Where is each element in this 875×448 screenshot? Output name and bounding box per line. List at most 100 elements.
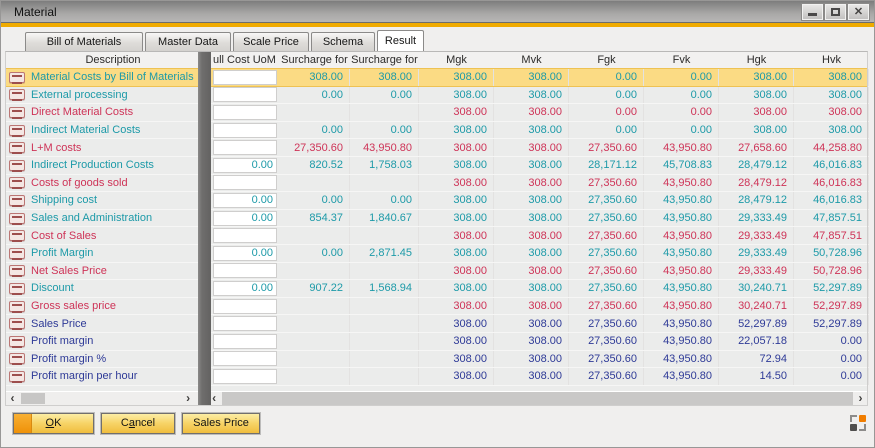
uom-input[interactable] [213,263,277,278]
uom-input[interactable] [213,175,277,190]
table-row[interactable]: Sales Price308.00308.0027,350.6043,950.8… [6,315,867,333]
table-row[interactable]: Shipping cost0.000.000.00308.00308.0027,… [6,192,867,210]
tab-result[interactable]: Result [377,30,424,51]
tab-bill-of-materials[interactable]: Bill of Materials [25,32,143,51]
sales-price-button[interactable]: Sales Price [182,413,260,434]
link-arrow-icon[interactable] [9,177,25,188]
cell-full-cost-uom[interactable] [211,298,279,315]
pane-splitter[interactable] [198,52,211,405]
cell-full-cost-uom[interactable] [211,122,279,139]
cell-full-cost-uom[interactable] [211,315,279,332]
link-arrow-icon[interactable] [9,353,25,364]
uom-input[interactable] [213,334,277,349]
table-row[interactable]: Gross sales price308.00308.0027,350.6043… [6,298,867,316]
cell-description[interactable]: Sales and Administration [28,210,198,227]
expand-grid-icon[interactable] [850,415,866,431]
link-arrow-icon[interactable] [9,283,25,294]
table-row[interactable]: L+M costs27,350.6043,950.80308.00308.002… [6,139,867,157]
uom-input[interactable] [213,299,277,314]
cell-full-cost-uom[interactable]: 0.00 [211,192,279,209]
table-row[interactable]: Profit margin %308.00308.0027,350.6043,9… [6,351,867,369]
uom-input[interactable] [213,316,277,331]
table-row[interactable]: Material Costs by Bill of Materials308.0… [6,68,867,87]
cell-description[interactable]: Net Sales Price [28,263,198,280]
uom-input[interactable] [213,140,277,155]
cell-description[interactable]: Sales Price [28,315,198,332]
link-arrow-icon[interactable] [9,142,25,153]
link-arrow-icon[interactable] [9,125,25,136]
cell-description[interactable]: Profit margin % [28,351,198,368]
uom-input[interactable] [213,369,277,384]
uom-input[interactable] [213,87,277,102]
cell-description[interactable]: Profit margin per hour [28,368,198,385]
ok-button[interactable]: OK [13,413,94,434]
cell-full-cost-uom[interactable] [211,104,279,121]
link-arrow-icon[interactable] [9,265,25,276]
table-row[interactable]: Profit margin per hour308.00308.0027,350… [6,368,867,386]
right-scroll-thumb[interactable] [222,392,853,405]
left-scroll-track[interactable] [19,392,182,405]
table-row[interactable]: Net Sales Price308.00308.0027,350.6043,9… [6,263,867,281]
uom-input[interactable]: 0.00 [213,211,277,226]
uom-input[interactable]: 0.00 [213,246,277,261]
table-row[interactable]: Cost of Sales308.00308.0027,350.6043,950… [6,227,867,245]
cell-description[interactable]: Profit margin [28,333,198,350]
table-row[interactable]: Profit margin308.00308.0027,350.6043,950… [6,333,867,351]
uom-input[interactable] [213,105,277,120]
tab-master-data[interactable]: Master Data [145,32,231,51]
left-scroll-thumb[interactable] [21,393,45,404]
cell-full-cost-uom[interactable] [211,175,279,192]
cell-description[interactable]: Direct Material Costs [28,104,198,121]
table-row[interactable]: Discount0.00907.221,568.94308.00308.0027… [6,280,867,298]
cell-full-cost-uom[interactable] [211,227,279,244]
link-arrow-icon[interactable] [9,195,25,206]
cell-full-cost-uom[interactable] [211,69,279,86]
uom-input[interactable] [213,70,277,85]
uom-input[interactable]: 0.00 [213,193,277,208]
tab-scale-price[interactable]: Scale Price [233,32,309,51]
uom-input[interactable] [213,351,277,366]
cell-full-cost-uom[interactable]: 0.00 [211,210,279,227]
minimize-button[interactable] [802,4,823,20]
cell-full-cost-uom[interactable] [211,139,279,156]
cell-description[interactable]: Discount [28,280,198,297]
table-row[interactable]: Direct Material Costs308.00308.000.000.0… [6,104,867,122]
close-button[interactable]: ✕ [848,4,869,20]
cell-description[interactable]: External processing [28,87,198,104]
table-row[interactable]: External processing0.000.00308.00308.000… [6,87,867,105]
cell-description[interactable]: L+M costs [28,139,198,156]
cell-full-cost-uom[interactable] [211,368,279,385]
table-row[interactable]: Profit Margin0.000.002,871.45308.00308.0… [6,245,867,263]
link-arrow-icon[interactable] [9,107,25,118]
link-arrow-icon[interactable] [9,371,25,382]
tab-schema[interactable]: Schema [311,32,375,51]
link-arrow-icon[interactable] [9,72,25,83]
table-row[interactable]: Indirect Material Costs0.000.00308.00308… [6,122,867,140]
link-arrow-icon[interactable] [9,213,25,224]
cell-description[interactable]: Costs of goods sold [28,175,198,192]
cell-full-cost-uom[interactable]: 0.00 [211,157,279,174]
link-arrow-icon[interactable] [9,248,25,259]
link-arrow-icon[interactable] [9,160,25,171]
cell-description[interactable]: Indirect Material Costs [28,122,198,139]
scroll-right-icon[interactable]: › [182,392,195,405]
cell-full-cost-uom[interactable] [211,333,279,350]
uom-input[interactable] [213,123,277,138]
right-pane-scrollbar[interactable]: ‹ › [208,392,867,405]
cell-description[interactable]: Profit Margin [28,245,198,262]
link-arrow-icon[interactable] [9,318,25,329]
link-arrow-icon[interactable] [9,89,25,100]
left-pane-scrollbar[interactable]: ‹ › [6,392,195,405]
uom-input[interactable]: 0.00 [213,281,277,296]
cancel-button[interactable]: Cancel [101,413,175,434]
uom-input[interactable] [213,228,277,243]
cell-full-cost-uom[interactable] [211,351,279,368]
maximize-button[interactable] [825,4,846,20]
table-row[interactable]: Sales and Administration0.00854.371,840.… [6,210,867,228]
scroll-right-icon[interactable]: › [854,392,867,405]
link-arrow-icon[interactable] [9,301,25,312]
link-arrow-icon[interactable] [9,230,25,241]
cell-description[interactable]: Shipping cost [28,192,198,209]
cell-description[interactable]: Gross sales price [28,298,198,315]
cell-description[interactable]: Indirect Production Costs [28,157,198,174]
